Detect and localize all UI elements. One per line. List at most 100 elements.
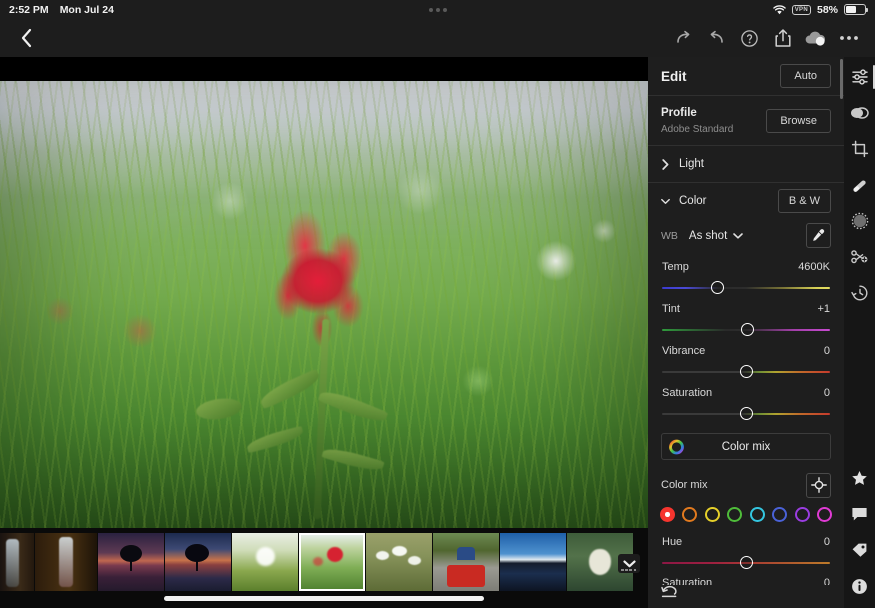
rail-item-masking[interactable] xyxy=(844,95,875,131)
battery-icon xyxy=(844,4,866,15)
slider-hue[interactable]: Hue 0 xyxy=(648,536,844,569)
thumbnail-red-car-portrait[interactable] xyxy=(433,533,499,591)
thumbnail-tree-sunset-b[interactable] xyxy=(165,533,231,591)
cloud-sync-button[interactable] xyxy=(799,21,832,55)
browse-button[interactable]: Browse xyxy=(766,109,831,133)
swatch-aqua[interactable] xyxy=(750,507,765,522)
vpn-badge: VPN xyxy=(792,5,811,15)
reset-undo-icon[interactable] xyxy=(661,582,681,600)
swatch-yellow[interactable] xyxy=(705,507,720,522)
color-mix-button[interactable]: Color mix xyxy=(661,433,831,460)
rail-item-rating[interactable] xyxy=(844,460,875,496)
slider-tint-handle[interactable] xyxy=(741,323,754,336)
edit-panel-footer xyxy=(648,574,844,608)
rail-item-healing[interactable] xyxy=(844,167,875,203)
rail-item-edit-sliders[interactable] xyxy=(844,59,875,95)
filmstrip-collapse-icon[interactable] xyxy=(618,554,640,573)
swatch-magenta[interactable] xyxy=(817,507,832,522)
top-toolbar xyxy=(0,19,875,57)
thumbnail-dandelion-meadow[interactable] xyxy=(232,533,298,591)
profile-value: Adobe Standard xyxy=(661,124,733,135)
bw-button[interactable]: B & W xyxy=(778,189,831,213)
filmstrip-thumbnails[interactable] xyxy=(0,533,634,591)
optics-nodes-icon xyxy=(850,248,869,266)
masking-circles-icon xyxy=(850,105,869,121)
slider-vibrance[interactable]: Vibrance 0 xyxy=(648,345,844,378)
auto-button[interactable]: Auto xyxy=(780,64,831,88)
rail-item-optics[interactable] xyxy=(844,239,875,275)
swatch-green[interactable] xyxy=(727,507,742,522)
rail-item-keyword[interactable] xyxy=(844,532,875,568)
section-light-label: Light xyxy=(679,158,704,170)
slider-vibrance-handle[interactable] xyxy=(740,365,753,378)
rail-item-crop[interactable] xyxy=(844,131,875,167)
rail-item-comment[interactable] xyxy=(844,496,875,532)
photo-stage xyxy=(0,57,648,528)
battery-percent: 58% xyxy=(817,4,838,16)
swatch-orange[interactable] xyxy=(682,507,697,522)
wb-value: As shot xyxy=(689,230,727,242)
wb-dropdown[interactable]: As shot xyxy=(689,230,743,242)
slider-saturation[interactable]: Saturation 0 xyxy=(648,387,844,420)
main-photo-indian-paintbrush[interactable] xyxy=(0,81,648,528)
rail-item-history[interactable] xyxy=(844,275,875,311)
eyedropper-icon[interactable] xyxy=(806,223,831,248)
thumbnail-red-flower-grass[interactable] xyxy=(299,533,365,591)
info-circle-icon xyxy=(851,578,868,595)
profile-label: Profile xyxy=(661,106,733,122)
wb-label: WB xyxy=(661,230,678,242)
page-title: Edit xyxy=(661,69,687,84)
color-mix-swatches[interactable] xyxy=(648,507,844,522)
slider-hue-label: Hue xyxy=(662,536,682,548)
slider-vibrance-value: 0 xyxy=(824,345,830,357)
thumbnail-tree-sunset-a[interactable] xyxy=(98,533,164,591)
edit-panel-header: Edit Auto xyxy=(648,57,844,95)
slider-temp[interactable]: Temp 4600K xyxy=(648,261,844,294)
slider-hue-value: 0 xyxy=(824,536,830,548)
rail-item-info[interactable] xyxy=(844,568,875,604)
comment-bubble-icon xyxy=(851,506,868,522)
chevron-down-icon xyxy=(661,198,670,205)
slider-vibrance-label: Vibrance xyxy=(662,345,705,357)
section-color-label: Color xyxy=(679,195,706,207)
more-options-button[interactable] xyxy=(832,21,865,55)
thumbnail-glass-bottle-amber[interactable] xyxy=(35,533,97,591)
back-button[interactable] xyxy=(0,28,52,48)
thumbnail-white-flowers[interactable] xyxy=(366,533,432,591)
color-mix-section: Color mix xyxy=(648,467,844,503)
status-center-dots xyxy=(0,8,875,12)
tag-icon xyxy=(851,542,868,558)
status-date: Mon Jul 24 xyxy=(60,4,114,16)
swatch-purple[interactable] xyxy=(795,507,810,522)
section-light[interactable]: Light xyxy=(648,146,844,182)
tool-rail xyxy=(844,57,875,608)
color-mix-button-label: Color mix xyxy=(722,441,771,453)
share-button[interactable] xyxy=(766,21,799,55)
slider-temp-handle[interactable] xyxy=(711,281,724,294)
filmstrip xyxy=(0,528,648,608)
swatch-red[interactable] xyxy=(660,507,675,522)
thumbnail-glass-bottle-dark[interactable] xyxy=(0,533,34,591)
help-button[interactable] xyxy=(733,21,766,55)
profile-row: Profile Adobe Standard Browse xyxy=(648,96,844,145)
slider-tint[interactable]: Tint +1 xyxy=(648,303,844,336)
section-color[interactable]: Color B & W xyxy=(648,183,844,219)
panel-scrollbar[interactable] xyxy=(840,59,843,99)
slider-saturation-handle[interactable] xyxy=(740,407,753,420)
chevron-down-icon xyxy=(733,233,743,239)
swatch-blue[interactable] xyxy=(772,507,787,522)
chevron-right-icon xyxy=(661,159,670,170)
rail-item-radial[interactable] xyxy=(844,203,875,239)
slider-temp-value: 4600K xyxy=(798,261,830,273)
radial-selection-icon xyxy=(851,212,869,230)
targeted-adjustment-icon[interactable] xyxy=(806,473,831,498)
thumbnail-blue-lake-horizon[interactable] xyxy=(500,533,566,591)
white-balance-row: WB As shot xyxy=(648,219,844,252)
slider-hue-handle[interactable] xyxy=(740,556,753,569)
color-wheel-icon xyxy=(669,439,684,454)
crop-icon xyxy=(851,140,869,158)
undo-button[interactable] xyxy=(700,21,733,55)
slider-saturation-value: 0 xyxy=(824,387,830,399)
slider-tint-label: Tint xyxy=(662,303,680,315)
redo-button[interactable] xyxy=(667,21,700,55)
